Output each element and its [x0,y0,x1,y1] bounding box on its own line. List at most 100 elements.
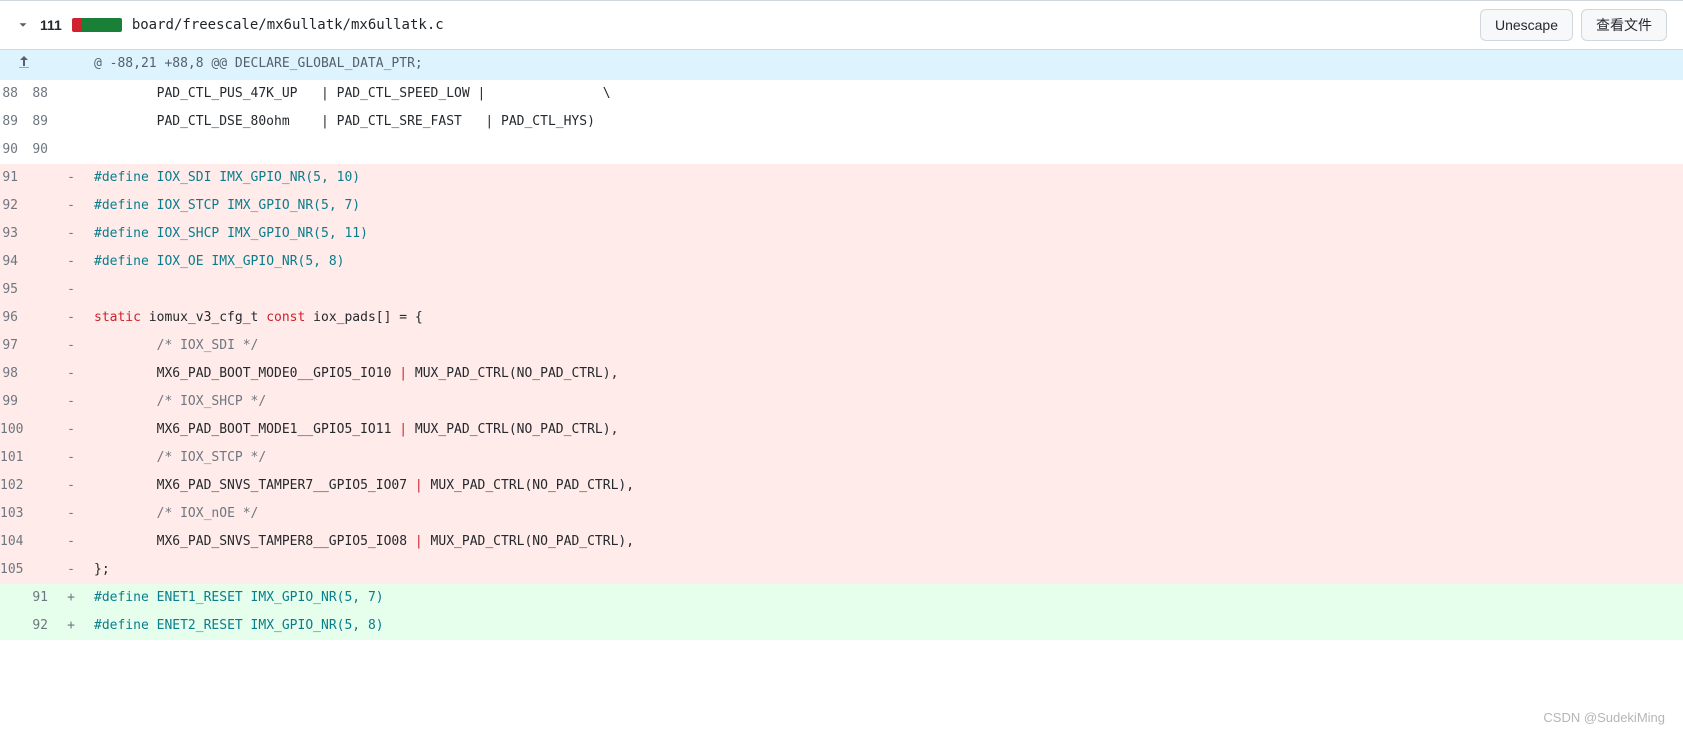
diff-mark: - [60,248,82,276]
new-line-number[interactable]: 89 [30,108,60,136]
old-line-number[interactable]: 96 [0,304,30,332]
diff-mark: - [60,360,82,388]
old-line-number[interactable]: 103 [0,500,30,528]
diff-row: 96 -static iomux_v3_cfg_t const iox_pads[… [0,304,1683,332]
diff-mark: - [60,164,82,192]
new-line-number[interactable] [30,472,60,500]
code-cell[interactable]: static iomux_v3_cfg_t const iox_pads[] =… [82,304,1683,332]
code-cell[interactable]: MX6_PAD_SNVS_TAMPER8__GPIO5_IO08 | MUX_P… [82,528,1683,556]
new-line-number[interactable]: 90 [30,136,60,164]
diff-mark [60,136,82,164]
diff-row: 92 -#define IOX_STCP IMX_GPIO_NR(5, 7) [0,192,1683,220]
old-line-number[interactable] [0,612,30,640]
diff-row: 93-#define IOX_SHCP IMX_GPIO_NR(5, 11) [0,220,1683,248]
code-cell[interactable]: #define IOX_OE IMX_GPIO_NR(5, 8) [82,248,1683,276]
unescape-button[interactable]: Unescape [1480,9,1573,41]
new-line-number[interactable] [30,556,60,584]
old-line-number[interactable]: 90 [0,136,30,164]
hunk-mark [60,50,82,80]
new-line-number[interactable] [30,360,60,388]
file-path[interactable]: board/freescale/mx6ullatk/mx6ullatk.c [132,17,444,33]
file-header: 111 board/freescale/mx6ullatk/mx6ullatk.… [0,0,1683,50]
diff-row: 100- MX6_PAD_BOOT_MODE1__GPIO5_IO11 | MU… [0,416,1683,444]
code-cell[interactable]: #define ENET2_RESET IMX_GPIO_NR(5, 8) [82,612,1683,640]
code-cell[interactable]: #define IOX_SHCP IMX_GPIO_NR(5, 11) [82,220,1683,248]
diff-mark: - [60,528,82,556]
diff-row: 94 -#define IOX_OE IMX_GPIO_NR(5, 8) [0,248,1683,276]
code-cell[interactable]: PAD_CTL_DSE_80ohm | PAD_CTL_SRE_FAST | P… [82,108,1683,136]
diff-mark: - [60,472,82,500]
diff-mark: + [60,584,82,612]
code-cell[interactable]: /* IOX_STCP */ [82,444,1683,472]
diff-mark: - [60,500,82,528]
diff-mark: - [60,556,82,584]
diff-row: 91+#define ENET1_RESET IMX_GPIO_NR(5, 7) [0,584,1683,612]
code-cell[interactable]: MX6_PAD_SNVS_TAMPER7__GPIO5_IO07 | MUX_P… [82,472,1683,500]
new-line-number[interactable] [30,500,60,528]
new-line-number[interactable]: 92 [30,612,60,640]
code-cell[interactable]: #define IOX_SDI IMX_GPIO_NR(5, 10) [82,164,1683,192]
diff-mark: - [60,192,82,220]
code-cell[interactable]: #define ENET1_RESET IMX_GPIO_NR(5, 7) [82,584,1683,612]
code-cell[interactable]: }; [82,556,1683,584]
old-line-number[interactable]: 88 [0,80,30,108]
diff-mark: + [60,612,82,640]
old-line-number[interactable]: 92 [0,192,30,220]
new-line-number[interactable] [30,220,60,248]
old-line-number[interactable]: 93 [0,220,30,248]
diff-mark: - [60,444,82,472]
old-line-number[interactable]: 94 [0,248,30,276]
old-line-number[interactable] [0,584,30,612]
old-line-number[interactable]: 89 [0,108,30,136]
old-line-number[interactable]: 102 [0,472,30,500]
change-count: 111 [40,17,62,33]
new-line-number[interactable] [30,304,60,332]
old-line-number[interactable]: 91 [0,164,30,192]
code-cell[interactable]: /* IOX_nOE */ [82,500,1683,528]
diff-row: 102 - MX6_PAD_SNVS_TAMPER7__GPIO5_IO07 | … [0,472,1683,500]
old-line-number[interactable]: 104 [0,528,30,556]
old-line-number[interactable]: 101 [0,444,30,472]
diff-mark [60,108,82,136]
code-cell[interactable]: #define IOX_STCP IMX_GPIO_NR(5, 7) [82,192,1683,220]
new-line-number[interactable] [30,444,60,472]
diff-mark [60,80,82,108]
old-line-number[interactable]: 95 [0,276,30,304]
new-line-number[interactable] [30,192,60,220]
code-cell[interactable]: /* IOX_SHCP */ [82,388,1683,416]
new-line-number[interactable]: 88 [30,80,60,108]
diff-mark: - [60,276,82,304]
code-cell[interactable] [82,136,1683,164]
code-cell[interactable]: MX6_PAD_BOOT_MODE1__GPIO5_IO11 | MUX_PAD… [82,416,1683,444]
new-line-number[interactable] [30,164,60,192]
hunk-header-text: @ -88,21 +88,8 @@ DECLARE_GLOBAL_DATA_PT… [82,50,1683,80]
diff-mark: - [60,304,82,332]
diff-row: 95 - [0,276,1683,304]
code-cell[interactable]: MX6_PAD_BOOT_MODE0__GPIO5_IO10 | MUX_PAD… [82,360,1683,388]
new-line-number[interactable] [30,528,60,556]
new-line-number[interactable] [30,332,60,360]
old-line-number[interactable]: 105 [0,556,30,584]
code-cell[interactable]: PAD_CTL_PUS_47K_UP | PAD_CTL_SPEED_LOW |… [82,80,1683,108]
old-line-number[interactable]: 98 [0,360,30,388]
diff-table: @ -88,21 +88,8 @@ DECLARE_GLOBAL_DATA_PT… [0,50,1683,640]
diff-row: 105 -}; [0,556,1683,584]
chevron-down-icon[interactable] [16,18,30,32]
diff-row: 103 - /* IOX_nOE */ [0,500,1683,528]
new-line-number[interactable] [30,388,60,416]
old-line-number[interactable]: 97 [0,332,30,360]
new-line-number[interactable]: 91 [30,584,60,612]
new-line-number[interactable] [30,248,60,276]
expand-hunk-cell[interactable] [0,50,60,80]
hunk-header-row: @ -88,21 +88,8 @@ DECLARE_GLOBAL_DATA_PT… [0,50,1683,80]
new-line-number[interactable] [30,276,60,304]
view-file-button[interactable]: 查看文件 [1581,9,1667,41]
diff-row: 8989 PAD_CTL_DSE_80ohm | PAD_CTL_SRE_FAS… [0,108,1683,136]
old-line-number[interactable]: 100 [0,416,30,444]
old-line-number[interactable]: 99 [0,388,30,416]
diff-row: 97- /* IOX_SDI */ [0,332,1683,360]
code-cell[interactable]: /* IOX_SDI */ [82,332,1683,360]
new-line-number[interactable] [30,416,60,444]
diff-row: 9090 [0,136,1683,164]
code-cell[interactable] [82,276,1683,304]
